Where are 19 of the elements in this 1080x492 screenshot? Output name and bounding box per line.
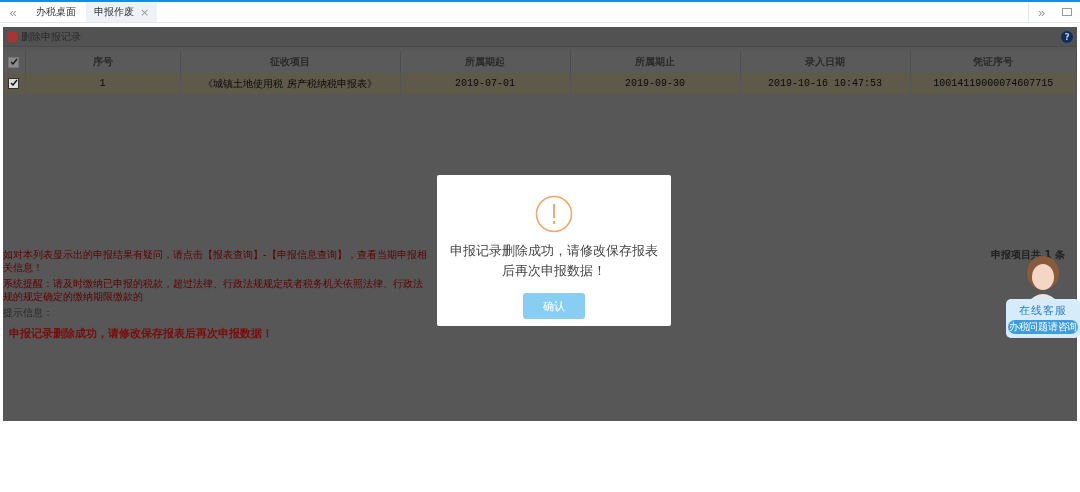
row-checkbox[interactable]: [8, 77, 20, 89]
table-cell: 1: [25, 73, 180, 94]
warning-icon: [535, 195, 573, 233]
table-cell: 2019-09-30: [570, 73, 740, 94]
maximize-icon[interactable]: [1062, 8, 1072, 16]
table-cell: 2019-10-16 10:47:53: [740, 73, 910, 94]
hint-message: 申报记录删除成功，请修改保存报表后再次申报数据！: [9, 326, 273, 341]
notice-text: 系统提醒：请及时缴纳已申报的税款，超过法律、行政法规规定或者税务机关依照法律、行政法规的规定确定的缴纳期限缴款的: [3, 277, 424, 303]
table-cell: 2019-07-01: [400, 73, 570, 94]
dialog-message: 申报记录删除成功，请修改保存报表后再次申报数据！: [449, 242, 659, 280]
help-icon[interactable]: ?: [1061, 30, 1073, 43]
table-cell: 10014119000074607715: [910, 73, 1077, 94]
select-all-checkbox[interactable]: [8, 56, 20, 68]
online-service-card[interactable]: 在线客服 办税问题请咨询: [1006, 299, 1080, 338]
close-icon[interactable]: ×: [140, 5, 150, 19]
notice-text: 如对本列表显示出的申报结果有疑问，请点击【报表查询】-【申报信息查询】，查看当期申报相关信息！: [3, 248, 428, 274]
table-cell: 《城镇土地使用税 房产税纳税申报表》: [180, 73, 400, 94]
tab[interactable]: 申报作废 ×: [86, 2, 158, 22]
delete-record-icon: [7, 31, 17, 42]
